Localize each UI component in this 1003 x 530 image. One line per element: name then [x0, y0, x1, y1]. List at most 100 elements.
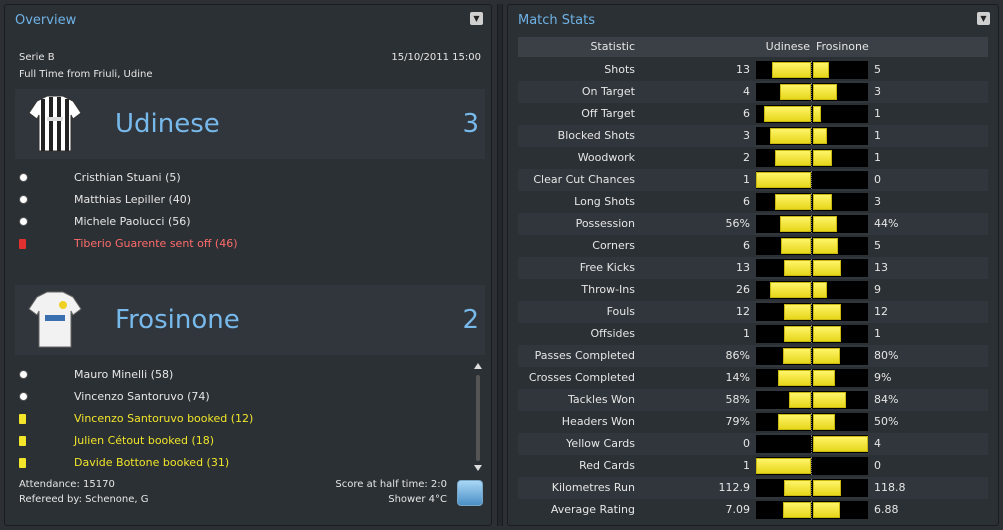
- scroll-up-icon: [474, 363, 482, 369]
- stat-away-value: 9%: [874, 371, 892, 384]
- stat-bar-home: [769, 128, 811, 144]
- stat-away-value: 1: [874, 129, 881, 142]
- event-text[interactable]: Julien Cétout booked (18): [74, 431, 214, 451]
- col-statistic[interactable]: Statistic: [590, 40, 635, 53]
- stat-away-value: 80%: [874, 349, 899, 362]
- stat-bar: [756, 457, 868, 475]
- overview-panel: Overview ▼ Serie B 15/10/2011 15:00 Full…: [4, 4, 492, 526]
- stat-bar-home: [780, 216, 811, 232]
- event-text[interactable]: Matthias Lepiller (40): [74, 190, 191, 210]
- match-stats-menu-icon[interactable]: ▼: [977, 12, 990, 25]
- away-team-name[interactable]: Frosinone: [115, 305, 240, 335]
- stat-bar-home: [764, 106, 811, 122]
- stat-bar-midline: [811, 83, 812, 101]
- stat-row: Free Kicks 13 13: [518, 257, 988, 279]
- stat-bar-midline: [811, 105, 812, 123]
- stat-bar: [756, 83, 868, 101]
- stat-label: Fouls: [606, 305, 635, 318]
- stat-bar: [756, 259, 868, 277]
- stat-bar-midline: [811, 413, 812, 431]
- stat-home-value: 56%: [725, 217, 750, 230]
- stat-bar: [756, 435, 868, 453]
- stat-home-value: 1: [743, 173, 750, 186]
- event-row: Michele Paolucci (56): [19, 212, 459, 232]
- stat-row: Clear Cut Chances 1 0: [518, 169, 988, 191]
- stat-bar-away: [813, 238, 838, 254]
- home-team-name[interactable]: Udinese: [115, 109, 220, 139]
- stat-home-value: 14%: [725, 371, 750, 384]
- stat-bar-away: [813, 282, 827, 298]
- match-datetime: 15/10/2011 15:00: [391, 52, 481, 63]
- stat-bar-midline: [811, 61, 812, 79]
- stat-away-value: 84%: [874, 393, 899, 406]
- stat-row: Yellow Cards 0 4: [518, 433, 988, 455]
- stat-bar-midline: [811, 303, 812, 321]
- stat-home-value: 6: [743, 195, 750, 208]
- stat-home-value: 112.9: [718, 481, 751, 494]
- stat-bar-midline: [811, 171, 812, 189]
- stat-bar-home: [782, 348, 811, 364]
- stat-bar-home: [756, 172, 811, 188]
- overview-menu-icon[interactable]: ▼: [470, 12, 483, 25]
- stat-row: Shots 13 5: [518, 59, 988, 81]
- stat-row: Crosses Completed 14% 9%: [518, 367, 988, 389]
- goal-ball-icon: [19, 195, 28, 204]
- scroll-down-icon: [474, 465, 482, 471]
- stat-label: Shots: [604, 63, 635, 76]
- stat-bar-home: [783, 260, 811, 276]
- stat-row: Blocked Shots 3 1: [518, 125, 988, 147]
- stat-bar-midline: [811, 435, 812, 453]
- stat-home-value: 58%: [725, 393, 750, 406]
- stat-bar-away: [813, 502, 840, 518]
- stat-row: Headers Won 79% 50%: [518, 411, 988, 433]
- stat-label: Red Cards: [579, 459, 635, 472]
- stat-away-value: 12: [874, 305, 888, 318]
- stat-label: Passes Completed: [534, 349, 635, 362]
- stat-bar-away: [813, 304, 841, 320]
- stat-row: Passes Completed 86% 80%: [518, 345, 988, 367]
- stat-away-value: 118.8: [874, 481, 906, 494]
- event-text[interactable]: Tiberio Guarente sent off (46): [74, 234, 238, 254]
- match-stats-header: Match Stats ▼: [508, 5, 998, 35]
- stat-home-value: 26: [736, 283, 750, 296]
- goal-ball-icon: [19, 217, 28, 226]
- stat-bar-midline: [811, 457, 812, 475]
- stat-bar-away: [813, 436, 868, 452]
- competition-label: Serie B: [19, 52, 55, 63]
- event-text[interactable]: Vincenzo Santoruvo booked (12): [74, 409, 253, 429]
- stats-table-header: Statistic Udinese Frosinone: [518, 37, 988, 57]
- stat-home-value: 86%: [725, 349, 750, 362]
- stat-bar: [756, 347, 868, 365]
- stat-bar-midline: [811, 391, 812, 409]
- stat-bar-midline: [811, 501, 812, 519]
- event-text[interactable]: Mauro Minelli (58): [74, 365, 173, 385]
- col-away[interactable]: Frosinone: [816, 40, 869, 53]
- stat-bar-home: [774, 194, 811, 210]
- event-text[interactable]: Cristhian Stuani (5): [74, 168, 181, 188]
- stat-bar-midline: [811, 237, 812, 255]
- panel-divider[interactable]: [497, 4, 503, 526]
- event-text[interactable]: Michele Paolucci (56): [74, 212, 191, 232]
- event-row: Vincenzo Santoruvo (74): [19, 387, 459, 407]
- stat-home-value: 6: [743, 239, 750, 252]
- stat-bar: [756, 281, 868, 299]
- stat-home-value: 0: [743, 437, 750, 450]
- stat-label: Crosses Completed: [528, 371, 635, 384]
- stat-bar: [756, 413, 868, 431]
- stat-label: Long Shots: [574, 195, 635, 208]
- stat-away-value: 50%: [874, 415, 899, 428]
- stat-label: Off Target: [581, 107, 635, 120]
- event-text[interactable]: Davide Bottone booked (31): [74, 453, 229, 473]
- stat-bar: [756, 237, 868, 255]
- stat-bar: [756, 127, 868, 145]
- stat-bar-home: [788, 392, 811, 408]
- home-team-score: 3: [462, 109, 479, 139]
- event-text[interactable]: Vincenzo Santoruvo (74): [74, 387, 210, 407]
- col-home[interactable]: Udinese: [766, 40, 810, 53]
- stat-away-value: 1: [874, 151, 881, 164]
- stat-bar-midline: [811, 259, 812, 277]
- stat-label: Tackles Won: [567, 393, 635, 406]
- stat-bar: [756, 171, 868, 189]
- events-scrollbar[interactable]: [473, 361, 483, 473]
- stat-label: Clear Cut Chances: [533, 173, 635, 186]
